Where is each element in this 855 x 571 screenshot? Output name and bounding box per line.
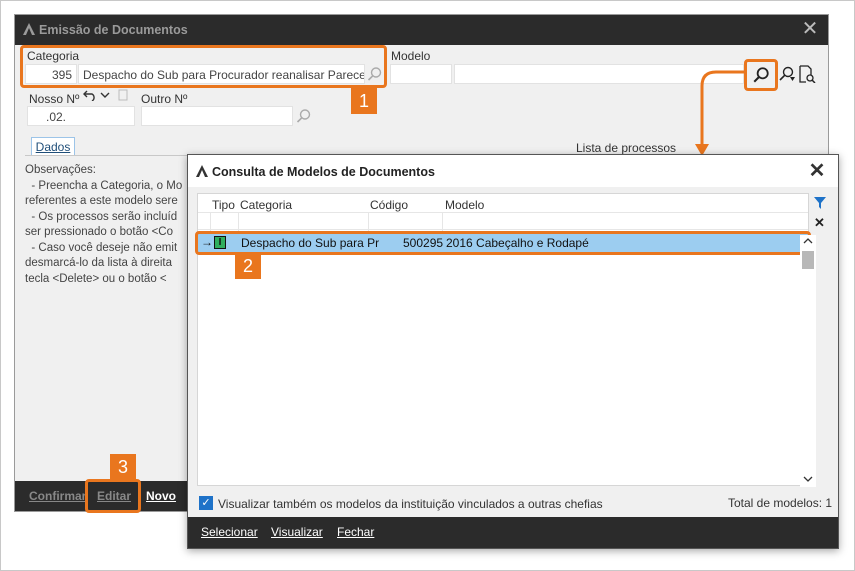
document-search-icon[interactable] [798, 65, 816, 83]
callout-highlight-3 [85, 479, 141, 513]
tab-dados[interactable]: Dados [31, 137, 75, 155]
vertical-scrollbar[interactable] [800, 235, 816, 487]
modelo-code-field[interactable] [390, 64, 452, 84]
callout-arrow [695, 70, 744, 156]
document-icon[interactable] [118, 89, 128, 101]
undo-icon[interactable] [83, 89, 97, 101]
search-model-icon[interactable] [752, 66, 770, 84]
modelo-label: Modelo [391, 49, 431, 63]
visualizar-checkbox-label[interactable]: Visualizar também os modelos da institui… [218, 497, 603, 511]
lista-processos-label: Lista de processos [576, 141, 677, 155]
chevron-down-icon[interactable] [100, 91, 110, 99]
callout-badge-3: 3 [110, 454, 136, 480]
dialog-footer: Selecionar Visualizar Fechar [188, 517, 838, 548]
fechar-button[interactable]: Fechar [337, 525, 374, 539]
scroll-up-icon[interactable] [803, 237, 813, 245]
main-window-titlebar: Emissão de Documentos ✕ [15, 15, 828, 45]
novo-button[interactable]: Novo [146, 489, 176, 503]
search-filter-icon[interactable] [778, 65, 796, 83]
column-header-modelo[interactable]: Modelo [445, 198, 484, 212]
total-modelos-label: Total de modelos: 1 [728, 496, 833, 510]
outro-label: Outro Nº [141, 92, 188, 106]
visualizar-button[interactable]: Visualizar [271, 525, 323, 539]
nosso-field[interactable]: .02. [27, 106, 135, 126]
outro-field[interactable] [141, 106, 293, 126]
callout-highlight-1 [20, 45, 387, 88]
scroll-thumb[interactable] [802, 251, 814, 269]
column-header-categoria[interactable]: Categoria [240, 198, 292, 212]
observacoes-text: Observações: - Preencha a Categoria, o M… [25, 164, 183, 285]
column-header-tipo[interactable]: Tipo [212, 198, 235, 212]
callout-badge-1: 1 [351, 88, 377, 114]
filter-icon[interactable] [813, 196, 827, 210]
search-outro-icon[interactable] [296, 108, 312, 124]
selecionar-button[interactable]: Selecionar [201, 525, 258, 539]
scroll-down-icon[interactable] [803, 475, 813, 483]
clear-filter-icon[interactable]: ✕ [814, 215, 825, 231]
confirmar-button[interactable]: Confirmar [29, 489, 86, 503]
nosso-label: Nosso Nº [29, 92, 80, 106]
callout-badge-2: 2 [235, 253, 261, 279]
consulta-modelos-dialog: Consulta de Modelos de Documentos ✕ Tipo… [187, 154, 839, 549]
dialog-titlebar: Consulta de Modelos de Documentos ✕ [188, 155, 838, 187]
main-window-title: Emissão de Documentos [39, 23, 188, 37]
app-logo-icon [23, 23, 35, 35]
filter-row[interactable] [198, 212, 808, 231]
dialog-close-icon[interactable]: ✕ [804, 159, 830, 183]
dialog-title: Consulta de Modelos de Documentos [212, 165, 435, 179]
close-icon[interactable]: ✕ [798, 18, 822, 40]
column-header-codigo[interactable]: Código [370, 198, 408, 212]
modelos-grid: Tipo Categoria Código Modelo → I Despach… [195, 193, 811, 486]
callout-highlight-2 [195, 231, 811, 255]
dialog-logo-icon [196, 165, 208, 177]
visualizar-checkbox[interactable]: ✓ [199, 496, 213, 510]
